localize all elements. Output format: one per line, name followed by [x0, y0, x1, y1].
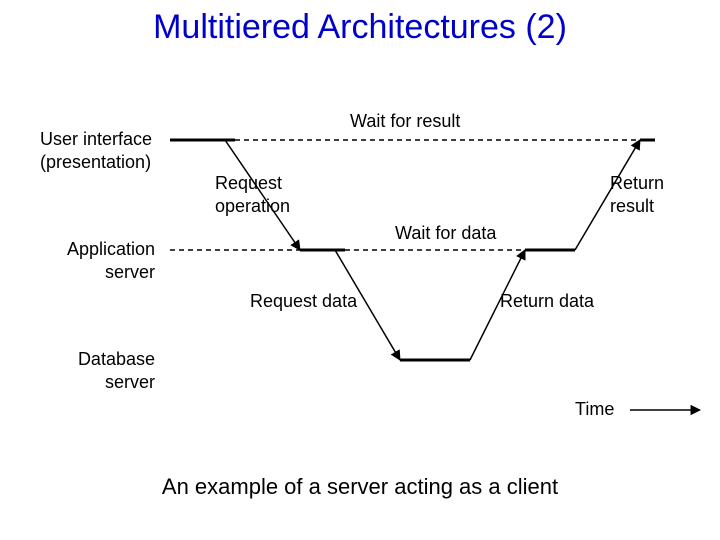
arrow-return-data: [470, 250, 525, 360]
sequence-diagram: [0, 60, 720, 460]
arrow-request-operation: [225, 140, 300, 250]
arrow-return-result: [575, 140, 640, 250]
slide-caption: An example of a server acting as a clien…: [0, 474, 720, 500]
arrow-request-data: [335, 250, 400, 360]
slide-title: Multitiered Architectures (2): [0, 8, 720, 47]
